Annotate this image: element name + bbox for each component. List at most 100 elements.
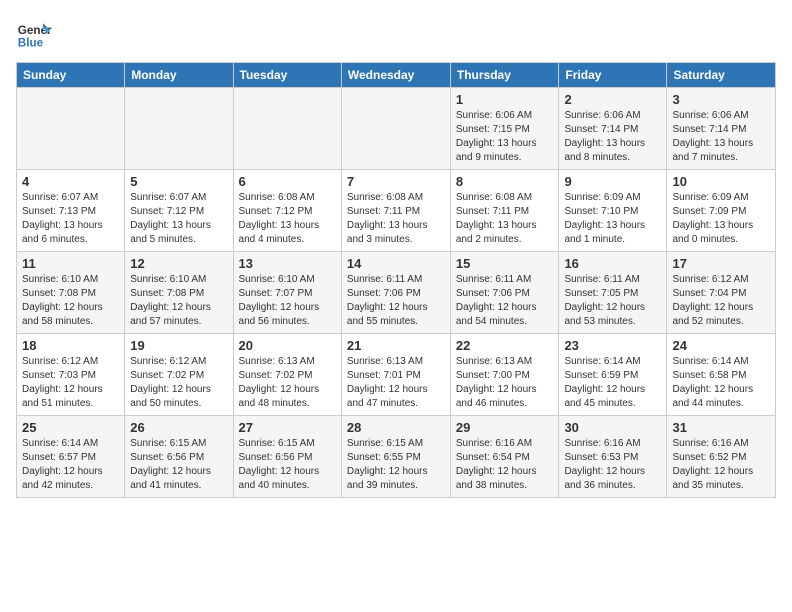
calendar-cell: 9 Sunrise: 6:09 AM Sunset: 7:10 PM Daylig… xyxy=(559,170,667,252)
day-number: 14 xyxy=(347,256,445,271)
calendar-cell xyxy=(233,88,341,170)
calendar-cell: 8 Sunrise: 6:08 AM Sunset: 7:11 PM Daylig… xyxy=(450,170,559,252)
day-number: 15 xyxy=(456,256,554,271)
calendar-cell: 16Sunrise: 6:11 AM Sunset: 7:05 PM Dayli… xyxy=(559,252,667,334)
day-info: Sunrise: 6:16 AM Sunset: 6:54 PM Dayligh… xyxy=(456,437,554,493)
day-number: 13 xyxy=(239,256,336,271)
calendar-cell: 2 Sunrise: 6:06 AM Sunset: 7:14 PM Daylig… xyxy=(559,88,667,170)
calendar-cell: 18 Sunrise: 6:12 AM Sunset: 7:03 PM Dayli… xyxy=(17,334,125,416)
calendar-cell: 1Sunrise: 6:06 AM Sunset: 7:15 PM Daylig… xyxy=(450,88,559,170)
calendar-cell: 13Sunrise: 6:10 AM Sunset: 7:07 PM Dayli… xyxy=(233,252,341,334)
day-number: 25 xyxy=(22,420,119,435)
day-number: 3 xyxy=(672,92,770,107)
day-info: Sunrise: 6:16 AM Sunset: 6:52 PM Dayligh… xyxy=(672,437,770,493)
day-info: Sunrise: 6:07 AM Sunset: 7:12 PM Dayligh… xyxy=(130,191,227,247)
calendar-cell: 21 Sunrise: 6:13 AM Sunset: 7:01 PM Dayli… xyxy=(341,334,450,416)
day-number: 19 xyxy=(130,338,227,353)
week-row-2: 4 Sunrise: 6:07 AM Sunset: 7:13 PM Daylig… xyxy=(17,170,776,252)
calendar-cell: 30 Sunrise: 6:16 AM Sunset: 6:53 PM Dayli… xyxy=(559,416,667,498)
week-row-1: 1Sunrise: 6:06 AM Sunset: 7:15 PM Daylig… xyxy=(17,88,776,170)
calendar-cell xyxy=(17,88,125,170)
calendar-cell: 11 Sunrise: 6:10 AM Sunset: 7:08 PM Dayli… xyxy=(17,252,125,334)
day-info: Sunrise: 6:08 AM Sunset: 7:12 PM Dayligh… xyxy=(239,191,336,247)
day-info: Sunrise: 6:14 AM Sunset: 6:58 PM Dayligh… xyxy=(672,355,770,411)
weekday-header-tuesday: Tuesday xyxy=(233,63,341,88)
day-info: Sunrise: 6:12 AM Sunset: 7:02 PM Dayligh… xyxy=(130,355,227,411)
day-info: Sunrise: 6:10 AM Sunset: 7:08 PM Dayligh… xyxy=(130,273,227,329)
day-info: Sunrise: 6:10 AM Sunset: 7:08 PM Dayligh… xyxy=(22,273,119,329)
weekday-header-saturday: Saturday xyxy=(667,63,776,88)
day-number: 20 xyxy=(239,338,336,353)
calendar-cell: 19 Sunrise: 6:12 AM Sunset: 7:02 PM Dayli… xyxy=(125,334,233,416)
day-info: Sunrise: 6:11 AM Sunset: 7:06 PM Dayligh… xyxy=(456,273,554,329)
day-number: 21 xyxy=(347,338,445,353)
weekday-header-monday: Monday xyxy=(125,63,233,88)
calendar-table: SundayMondayTuesdayWednesdayThursdayFrid… xyxy=(16,62,776,498)
day-info: Sunrise: 6:09 AM Sunset: 7:09 PM Dayligh… xyxy=(672,191,770,247)
day-info: Sunrise: 6:06 AM Sunset: 7:14 PM Dayligh… xyxy=(564,109,661,165)
calendar-cell: 22Sunrise: 6:13 AM Sunset: 7:00 PM Dayli… xyxy=(450,334,559,416)
calendar-cell: 28 Sunrise: 6:15 AM Sunset: 6:55 PM Dayli… xyxy=(341,416,450,498)
day-number: 30 xyxy=(564,420,661,435)
day-number: 5 xyxy=(130,174,227,189)
page-header: General Blue xyxy=(16,16,776,52)
day-info: Sunrise: 6:12 AM Sunset: 7:04 PM Dayligh… xyxy=(672,273,770,329)
weekday-header-thursday: Thursday xyxy=(450,63,559,88)
day-info: Sunrise: 6:13 AM Sunset: 7:01 PM Dayligh… xyxy=(347,355,445,411)
day-info: Sunrise: 6:15 AM Sunset: 6:56 PM Dayligh… xyxy=(239,437,336,493)
weekday-header-wednesday: Wednesday xyxy=(341,63,450,88)
day-info: Sunrise: 6:09 AM Sunset: 7:10 PM Dayligh… xyxy=(564,191,661,247)
day-number: 9 xyxy=(564,174,661,189)
day-info: Sunrise: 6:14 AM Sunset: 6:59 PM Dayligh… xyxy=(564,355,661,411)
week-row-5: 25 Sunrise: 6:14 AM Sunset: 6:57 PM Dayli… xyxy=(17,416,776,498)
day-info: Sunrise: 6:15 AM Sunset: 6:56 PM Dayligh… xyxy=(130,437,227,493)
calendar-cell: 7 Sunrise: 6:08 AM Sunset: 7:11 PM Daylig… xyxy=(341,170,450,252)
logo-icon: General Blue xyxy=(16,16,52,52)
day-number: 24 xyxy=(672,338,770,353)
day-number: 16 xyxy=(564,256,661,271)
day-number: 18 xyxy=(22,338,119,353)
day-number: 2 xyxy=(564,92,661,107)
day-info: Sunrise: 6:07 AM Sunset: 7:13 PM Dayligh… xyxy=(22,191,119,247)
calendar-cell: 10 Sunrise: 6:09 AM Sunset: 7:09 PM Dayli… xyxy=(667,170,776,252)
day-info: Sunrise: 6:08 AM Sunset: 7:11 PM Dayligh… xyxy=(347,191,445,247)
day-number: 4 xyxy=(22,174,119,189)
calendar-cell: 26 Sunrise: 6:15 AM Sunset: 6:56 PM Dayli… xyxy=(125,416,233,498)
calendar-cell: 17Sunrise: 6:12 AM Sunset: 7:04 PM Dayli… xyxy=(667,252,776,334)
day-info: Sunrise: 6:08 AM Sunset: 7:11 PM Dayligh… xyxy=(456,191,554,247)
day-info: Sunrise: 6:14 AM Sunset: 6:57 PM Dayligh… xyxy=(22,437,119,493)
day-info: Sunrise: 6:16 AM Sunset: 6:53 PM Dayligh… xyxy=(564,437,661,493)
weekday-header-row: SundayMondayTuesdayWednesdayThursdayFrid… xyxy=(17,63,776,88)
day-number: 6 xyxy=(239,174,336,189)
calendar-cell: 12 Sunrise: 6:10 AM Sunset: 7:08 PM Dayli… xyxy=(125,252,233,334)
calendar-cell: 14Sunrise: 6:11 AM Sunset: 7:06 PM Dayli… xyxy=(341,252,450,334)
calendar-cell: 31 Sunrise: 6:16 AM Sunset: 6:52 PM Dayli… xyxy=(667,416,776,498)
day-info: Sunrise: 6:13 AM Sunset: 7:00 PM Dayligh… xyxy=(456,355,554,411)
day-number: 29 xyxy=(456,420,554,435)
day-number: 10 xyxy=(672,174,770,189)
day-info: Sunrise: 6:06 AM Sunset: 7:15 PM Dayligh… xyxy=(456,109,554,165)
calendar-cell xyxy=(341,88,450,170)
week-row-4: 18 Sunrise: 6:12 AM Sunset: 7:03 PM Dayli… xyxy=(17,334,776,416)
weekday-header-sunday: Sunday xyxy=(17,63,125,88)
calendar-cell: 15 Sunrise: 6:11 AM Sunset: 7:06 PM Dayli… xyxy=(450,252,559,334)
day-number: 12 xyxy=(130,256,227,271)
day-number: 28 xyxy=(347,420,445,435)
day-info: Sunrise: 6:12 AM Sunset: 7:03 PM Dayligh… xyxy=(22,355,119,411)
day-info: Sunrise: 6:15 AM Sunset: 6:55 PM Dayligh… xyxy=(347,437,445,493)
day-number: 8 xyxy=(456,174,554,189)
calendar-cell: 25 Sunrise: 6:14 AM Sunset: 6:57 PM Dayli… xyxy=(17,416,125,498)
calendar-cell: 24 Sunrise: 6:14 AM Sunset: 6:58 PM Dayli… xyxy=(667,334,776,416)
calendar-cell: 6 Sunrise: 6:08 AM Sunset: 7:12 PM Daylig… xyxy=(233,170,341,252)
weekday-header-friday: Friday xyxy=(559,63,667,88)
day-number: 7 xyxy=(347,174,445,189)
calendar-cell: 20Sunrise: 6:13 AM Sunset: 7:02 PM Dayli… xyxy=(233,334,341,416)
day-number: 27 xyxy=(239,420,336,435)
calendar-cell: 4 Sunrise: 6:07 AM Sunset: 7:13 PM Daylig… xyxy=(17,170,125,252)
day-number: 31 xyxy=(672,420,770,435)
calendar-cell: 29 Sunrise: 6:16 AM Sunset: 6:54 PM Dayli… xyxy=(450,416,559,498)
calendar-cell xyxy=(125,88,233,170)
calendar-cell: 27 Sunrise: 6:15 AM Sunset: 6:56 PM Dayli… xyxy=(233,416,341,498)
day-number: 11 xyxy=(22,256,119,271)
day-number: 26 xyxy=(130,420,227,435)
